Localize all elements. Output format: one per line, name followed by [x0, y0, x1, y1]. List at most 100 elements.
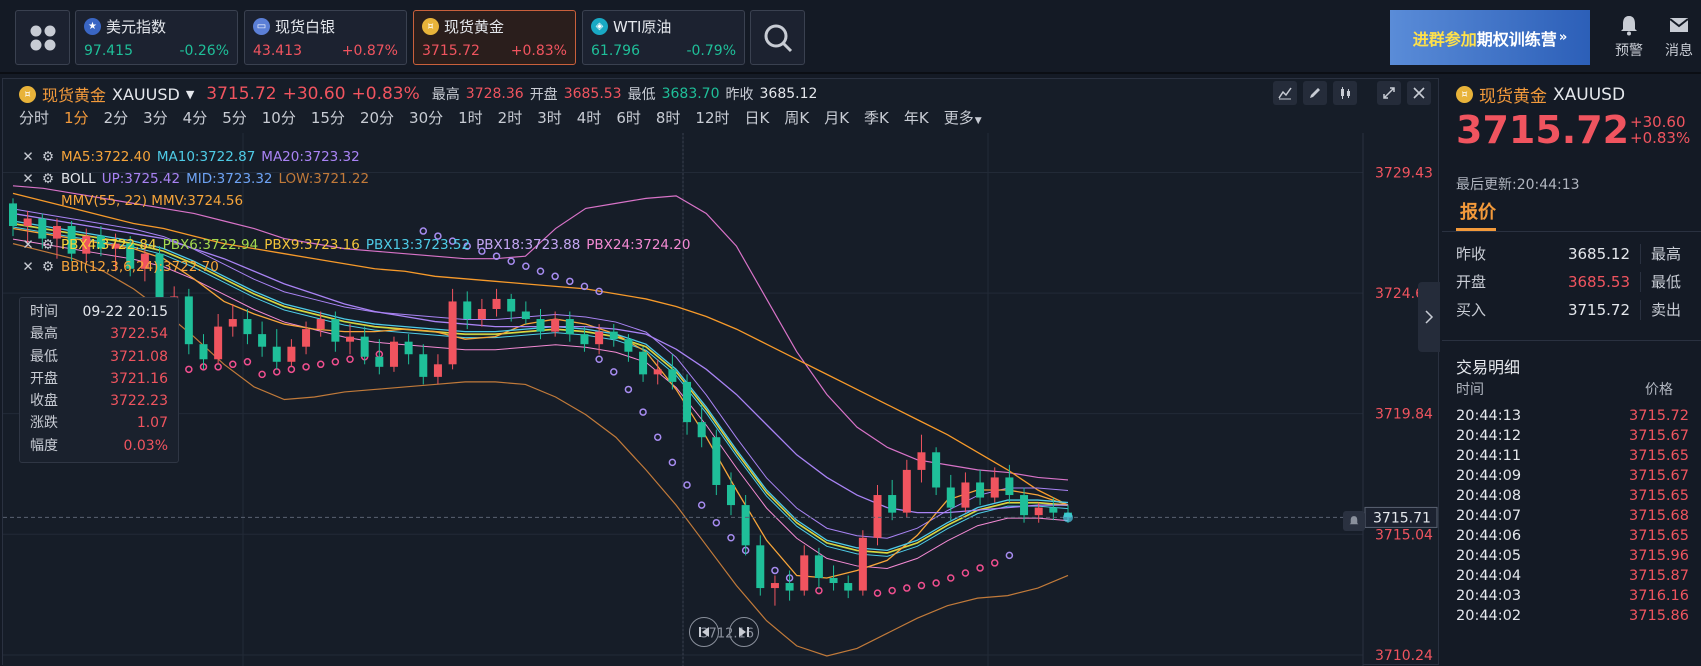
tooltip-label: 最高: [30, 326, 58, 343]
period-tab[interactable]: 日K: [745, 109, 770, 127]
period-tab[interactable]: 10分: [262, 109, 296, 127]
settings-icon[interactable]: ⚙: [41, 147, 55, 167]
candle-body: [917, 452, 926, 470]
period-tab[interactable]: 4时: [577, 109, 602, 127]
close-chart-button[interactable]: [1407, 81, 1431, 105]
tab-quote[interactable]: 报价: [1460, 198, 1496, 224]
us-flag-icon: ★: [84, 17, 101, 35]
close-icon[interactable]: ✕: [21, 147, 35, 167]
quote-name-row: ◈ WTI原油: [591, 15, 736, 37]
period-tab[interactable]: 4分: [183, 109, 208, 127]
trades-list: 20:44:13 3715.72 20:44:12 3715.67 20:44:11 37…: [1456, 406, 1701, 626]
settings-icon[interactable]: ⚙: [41, 235, 55, 255]
period-tab[interactable]: 1时: [458, 109, 483, 127]
trade-time: 20:44:12: [1456, 428, 1522, 444]
tooltip-label: 涨跌: [30, 415, 58, 432]
quote-card[interactable]: ◈ WTI原油 61.796 -0.79%: [582, 10, 745, 65]
search-button[interactable]: [750, 10, 805, 65]
candle-body: [258, 334, 267, 347]
col-time: 时间: [1456, 382, 1484, 398]
period-tab[interactable]: 周K: [784, 109, 809, 127]
promo-banner[interactable]: 进群参加 期权训练营»: [1390, 10, 1590, 65]
candle-body: [536, 319, 545, 332]
period-tab[interactable]: 2时: [498, 109, 523, 127]
fullscreen-button[interactable]: [1377, 81, 1401, 105]
trade-price: 3715.72: [1629, 408, 1689, 424]
indicator-ma20: MA20:3723.32: [261, 149, 360, 165]
candle-body: [888, 495, 897, 513]
scroll-end-button[interactable]: [729, 617, 759, 647]
period-tab[interactable]: 5分: [222, 109, 247, 127]
period-tab[interactable]: 15分: [311, 109, 345, 127]
bell-icon: [1621, 16, 1637, 36]
y-axis-label: 3729.43: [1375, 165, 1433, 181]
quote-card[interactable]: ¤ 现货黄金 3715.72 +0.83%: [413, 10, 576, 65]
candle-body: [360, 336, 369, 357]
quote-card[interactable]: ★ 美元指数 97.415 -0.26%: [75, 10, 238, 65]
period-tab[interactable]: 8时: [656, 109, 681, 127]
period-tab[interactable]: 12时: [695, 109, 729, 127]
collapse-panel-button[interactable]: [1418, 282, 1440, 352]
stat-divider: [1640, 300, 1641, 320]
candle-body: [683, 381, 692, 423]
close-icon: [1413, 87, 1425, 99]
tooltip-value: 09-22 20:15: [82, 304, 168, 320]
chart-open: 3685.53: [563, 86, 622, 102]
quote-name: 现货黄金: [444, 17, 505, 36]
chart-symbol-code[interactable]: XAUUSD: [112, 85, 180, 104]
period-tab[interactable]: 月K: [824, 109, 849, 127]
period-tab[interactable]: 分时: [19, 109, 49, 127]
quote-name-row: ★ 美元指数: [84, 15, 229, 37]
tooltip-row: 最低 3721.08: [30, 346, 168, 368]
settings-icon[interactable]: ⚙: [41, 169, 55, 189]
close-icon[interactable]: ✕: [21, 169, 35, 189]
draw-tool-button[interactable]: [1303, 81, 1327, 105]
close-icon[interactable]: ✕: [21, 235, 35, 255]
period-tab[interactable]: 3分: [143, 109, 168, 127]
apps-button[interactable]: [15, 10, 70, 65]
trade-time: 20:44:06: [1456, 528, 1522, 544]
settings-icon[interactable]: ⚙: [41, 257, 55, 277]
candle-body: [184, 296, 193, 345]
stat-label: 买入: [1456, 301, 1487, 319]
candle-body: [419, 354, 428, 377]
indicator-pbx9: PBX9:3723.16: [264, 237, 360, 253]
candle-body: [389, 341, 398, 367]
chart-prev-label: 昨收: [725, 87, 754, 103]
quote-values: 61.796 -0.79%: [591, 43, 736, 59]
trade-time: 20:44:08: [1456, 488, 1522, 504]
candle-body: [946, 487, 955, 508]
chevron-down-icon[interactable]: ▼: [975, 116, 982, 126]
period-tab[interactable]: 季K: [864, 109, 889, 127]
period-tab[interactable]: 年K: [904, 109, 929, 127]
indicator-tool-button[interactable]: [1273, 81, 1297, 105]
quote-change: -0.79%: [686, 43, 736, 59]
period-tab[interactable]: 1分: [64, 109, 89, 127]
candle-body: [214, 326, 223, 360]
quote-card[interactable]: ▭ 现货白银 43.413 +0.87%: [244, 10, 407, 65]
y-axis-label: 3719.84: [1375, 407, 1433, 423]
candle-tool-button[interactable]: [1333, 81, 1357, 105]
chevron-down-icon[interactable]: ▼: [186, 88, 194, 101]
period-tab[interactable]: 30分: [409, 109, 443, 127]
candle-body: [961, 482, 970, 508]
tooltip-row: 幅度 0.03%: [30, 435, 168, 457]
trades-title: 交易明细: [1456, 358, 1521, 377]
trade-row: 20:44:04 3715.87: [1456, 566, 1701, 586]
candlestick-chart: 3729.433724.633719.843715.043710.243715.…: [3, 133, 1438, 666]
period-tab[interactable]: 6时: [616, 109, 641, 127]
message-button[interactable]: 消息: [1657, 14, 1701, 60]
candle-body: [609, 331, 618, 340]
scroll-start-button[interactable]: [689, 617, 719, 647]
price-alert-button[interactable]: [1343, 511, 1365, 531]
period-tab[interactable]: 20分: [360, 109, 394, 127]
period-tab[interactable]: 3时: [537, 109, 562, 127]
candle-body: [243, 319, 252, 335]
period-tab[interactable]: 更多: [944, 109, 974, 127]
period-tab[interactable]: 2分: [104, 109, 129, 127]
alert-button[interactable]: 预警: [1603, 14, 1655, 60]
candle-body: [873, 495, 882, 538]
close-icon[interactable]: ✕: [21, 257, 35, 277]
chart-open-label: 开盘: [529, 87, 558, 103]
trade-time: 20:44:07: [1456, 508, 1522, 524]
